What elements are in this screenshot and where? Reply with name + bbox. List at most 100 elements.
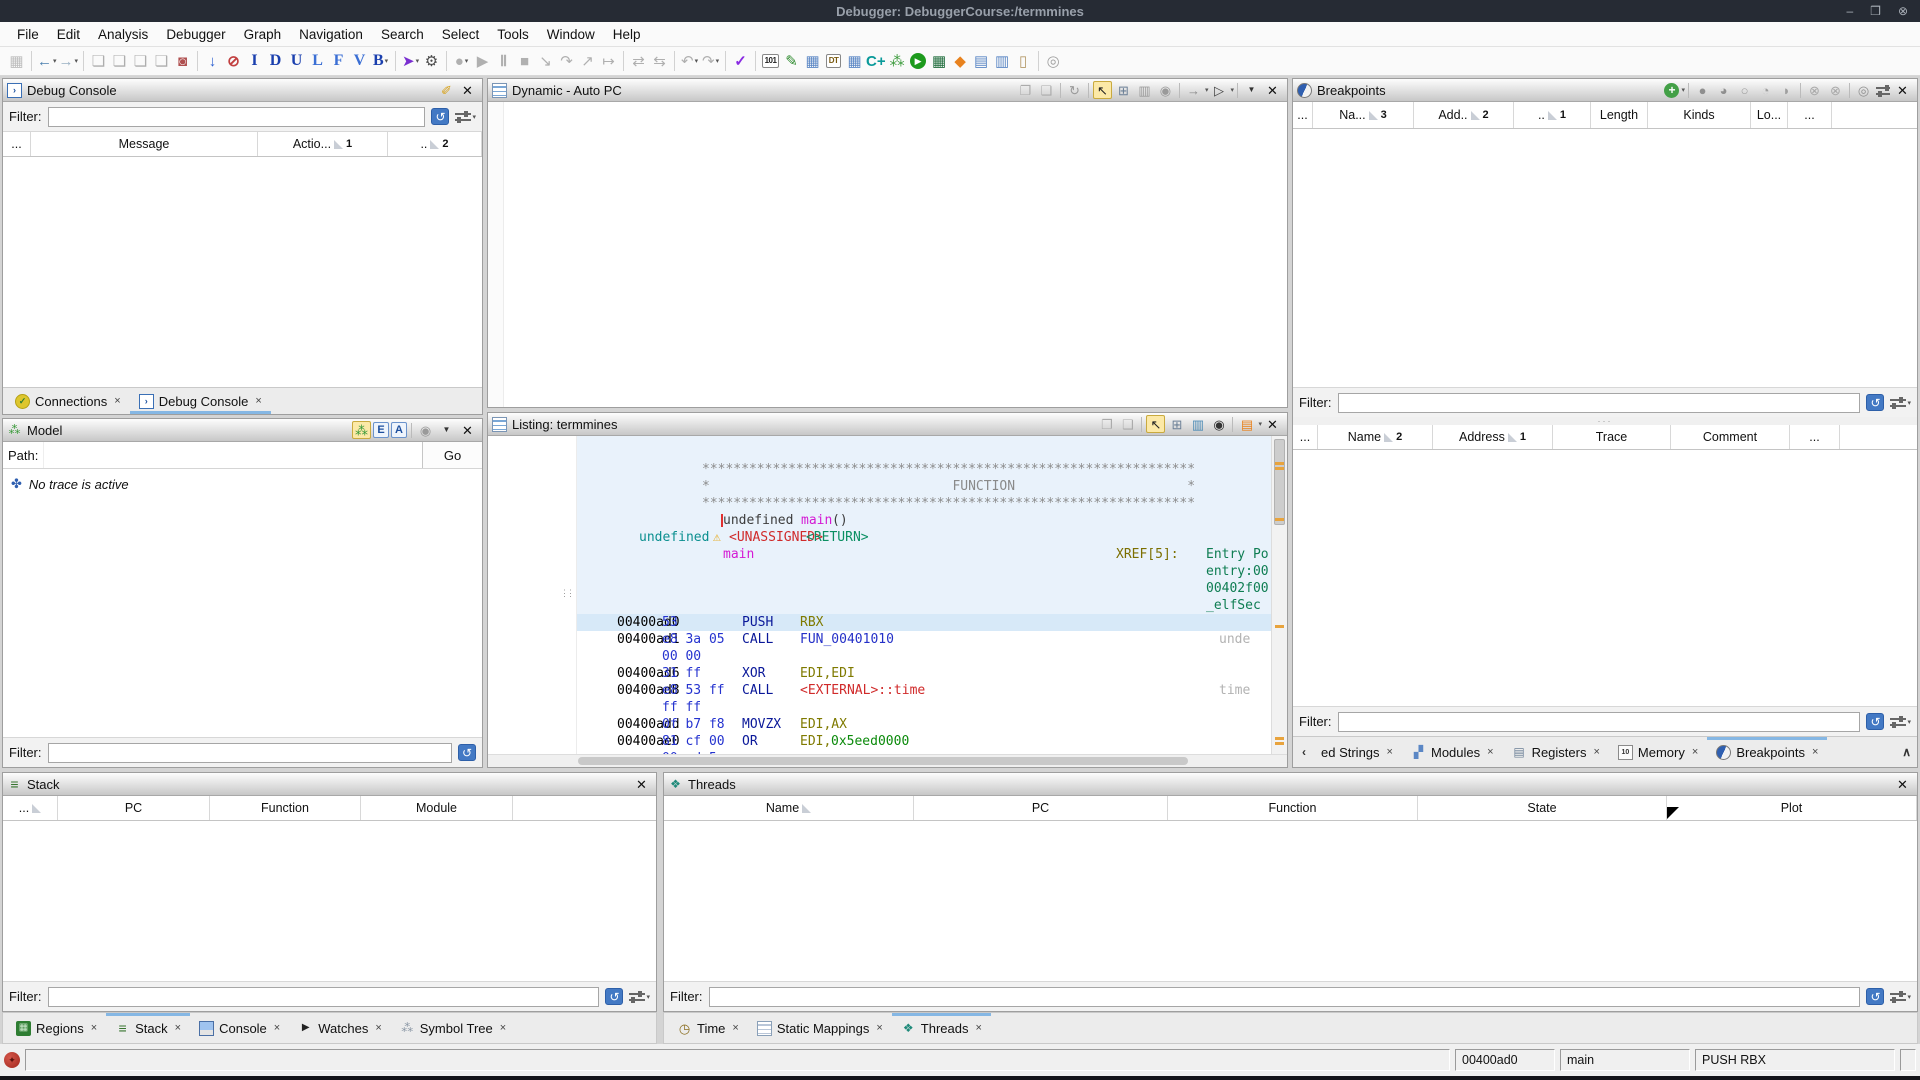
listing-line[interactable]	[577, 444, 1271, 461]
tab-close-icon[interactable]: ×	[1487, 746, 1493, 758]
letter-E-icon[interactable]: E	[373, 422, 389, 438]
tab-close-icon[interactable]: ×	[1692, 746, 1698, 758]
prev-function-icon[interactable]: ❏	[89, 50, 108, 72]
menu-item-select[interactable]: Select	[433, 27, 489, 42]
camera-icon[interactable]: ◉	[416, 421, 435, 439]
filter-sliders-icon[interactable]	[1890, 990, 1906, 1004]
memory-bytes-icon[interactable]: 101	[761, 50, 780, 72]
bp-disable-icon[interactable]: ○	[1735, 81, 1754, 99]
column-header-state[interactable]: State	[1418, 796, 1667, 820]
step-into-icon[interactable]: ↘	[536, 50, 555, 72]
function-F-icon[interactable]: F	[329, 50, 348, 72]
close-icon[interactable]: ✕	[632, 775, 651, 793]
decompiler-icon[interactable]: C+	[866, 50, 886, 72]
bp-toggle-icon[interactable]: ◗	[1777, 81, 1796, 99]
column-header-comment[interactable]: Comment	[1671, 425, 1790, 449]
tab-debug-console[interactable]: ›Debug Console×	[130, 388, 271, 414]
filter-input[interactable]	[1338, 393, 1861, 413]
menu-caret-icon[interactable]: ▼	[437, 421, 456, 439]
listing-line[interactable]: ff ff	[577, 699, 1271, 716]
bp-enable-all-icon[interactable]: ◕	[1714, 81, 1733, 99]
data-types-icon[interactable]: DT	[824, 50, 843, 72]
minimize-icon[interactable]: –	[1846, 4, 1853, 18]
validate-icon[interactable]: ✓	[731, 50, 750, 72]
column-header-blank[interactable]: ...	[3, 132, 31, 156]
listing-line[interactable]: undefined⚠<UNASSIGNED><RETURN>	[577, 529, 1271, 546]
record-icon[interactable]: ●▾	[452, 50, 471, 72]
clock-bookmark-icon[interactable]: ◙	[173, 50, 192, 72]
scrollbar-thumb[interactable]	[578, 757, 1188, 765]
close-icon[interactable]: ✕	[1893, 775, 1912, 793]
splitter-dots-icon[interactable]: ···	[1293, 417, 1917, 425]
filter-sliders-icon[interactable]	[455, 110, 471, 124]
close-icon[interactable]: ✕	[458, 81, 477, 99]
column-header-add[interactable]: Add..2	[1414, 102, 1514, 128]
tab-close-icon[interactable]: ×	[375, 1022, 381, 1034]
next-function-icon[interactable]: ❏	[110, 50, 129, 72]
filter-input[interactable]	[1338, 712, 1861, 732]
bookmark-mark-icon[interactable]	[1275, 742, 1284, 745]
letter-A-icon[interactable]: A	[391, 422, 407, 438]
tab-close-icon[interactable]: ×	[876, 1022, 882, 1034]
close-window-icon[interactable]: ⊗	[1898, 4, 1908, 18]
listing-line[interactable]: mainXREF[5]:Entry Po	[577, 546, 1271, 563]
step-last-icon[interactable]: ↦	[599, 50, 618, 72]
vertical-scrollbar[interactable]	[1271, 436, 1287, 754]
tab-close-icon[interactable]: ×	[1593, 746, 1599, 758]
scripts-icon[interactable]: ✎	[782, 50, 801, 72]
listing-line[interactable]: 00400ad053PUSHRBX	[577, 614, 1271, 631]
column-header-length[interactable]: Length	[1591, 102, 1648, 128]
filter-sliders-icon[interactable]	[1890, 396, 1906, 410]
filter-sliders-icon[interactable]	[1890, 715, 1906, 729]
bookmark-mark-icon[interactable]	[1275, 737, 1284, 740]
bp-effective-icon[interactable]: ◎	[1854, 81, 1873, 99]
nav-back-icon[interactable]: ←▾	[37, 50, 57, 72]
close-icon[interactable]: ✕	[1263, 415, 1282, 433]
paste-icon[interactable]: ❑	[1118, 415, 1137, 433]
debug-launch-icon[interactable]: ➤▾	[401, 50, 420, 72]
listing-line[interactable]: 00400ad1e8 3a 05CALLFUN_00401010unde	[577, 631, 1271, 648]
tab-stack[interactable]: ≡Stack×	[106, 1013, 190, 1043]
tab-close-icon[interactable]: ×	[255, 395, 261, 407]
go-down-icon[interactable]: ↓	[203, 50, 222, 72]
tab-memory[interactable]: 10Memory×	[1609, 737, 1707, 767]
tree-view-icon[interactable]: ⁂	[352, 421, 371, 439]
tab-close-icon[interactable]: ×	[91, 1022, 97, 1034]
redo-icon[interactable]: ↷▾	[701, 50, 720, 72]
filter-sliders-icon[interactable]	[1875, 83, 1891, 97]
tab-close-icon[interactable]: ×	[1812, 746, 1818, 758]
tab-connections[interactable]: ✓Connections×	[6, 388, 130, 414]
listing-line[interactable]: 00 00	[577, 648, 1271, 665]
listing-line[interactable]: 00400add0f b7 f8MOVZXEDI,AX	[577, 716, 1271, 733]
track-cursor-icon[interactable]: ↖	[1093, 81, 1112, 99]
clear-filter-icon[interactable]: ↺	[458, 744, 476, 761]
menu-item-analysis[interactable]: Analysis	[89, 27, 157, 42]
diff-color-icon[interactable]: ▥	[1188, 415, 1207, 433]
clear-filter-icon[interactable]: ↺	[1866, 394, 1884, 411]
column-header-lo[interactable]: Lo...	[1751, 102, 1788, 128]
menu-item-navigation[interactable]: Navigation	[290, 27, 372, 42]
tab-symbol-tree[interactable]: ⁂Symbol Tree×	[391, 1013, 515, 1043]
goto-table-icon[interactable]: ⊞	[1167, 415, 1186, 433]
tab-overflow-icon[interactable]: ∧	[1896, 745, 1917, 759]
bp-clear-all-icon[interactable]: ⊗	[1826, 81, 1845, 99]
nav-arrow-icon[interactable]: →	[1184, 81, 1203, 99]
bookmark-diamond-icon[interactable]: ◆	[951, 50, 970, 72]
prev-range-icon[interactable]: ❏	[131, 50, 150, 72]
kill-icon[interactable]: ■	[515, 50, 534, 72]
goto-table-icon[interactable]: ⊞	[1114, 81, 1133, 99]
run-script-icon[interactable]: ▶	[909, 50, 928, 72]
disassemble-I-icon[interactable]: I	[245, 50, 264, 72]
tab-close-icon[interactable]: ×	[975, 1022, 981, 1034]
column-header-blank[interactable]: ...	[1293, 102, 1313, 128]
tab-close-icon[interactable]: ×	[732, 1022, 738, 1034]
tab-close-icon[interactable]: ×	[274, 1022, 280, 1034]
clear-code-icon[interactable]: ⊘	[224, 50, 243, 72]
drag-handle-icon[interactable]: ⋮⋮	[560, 588, 572, 599]
close-icon[interactable]: ✕	[458, 421, 477, 439]
undefine-U-icon[interactable]: U	[287, 50, 306, 72]
column-header-kinds[interactable]: Kinds	[1648, 102, 1751, 128]
menu-item-window[interactable]: Window	[538, 27, 604, 42]
go-play-icon[interactable]: ▷	[1209, 81, 1228, 99]
close-icon[interactable]: ✕	[1893, 81, 1912, 99]
